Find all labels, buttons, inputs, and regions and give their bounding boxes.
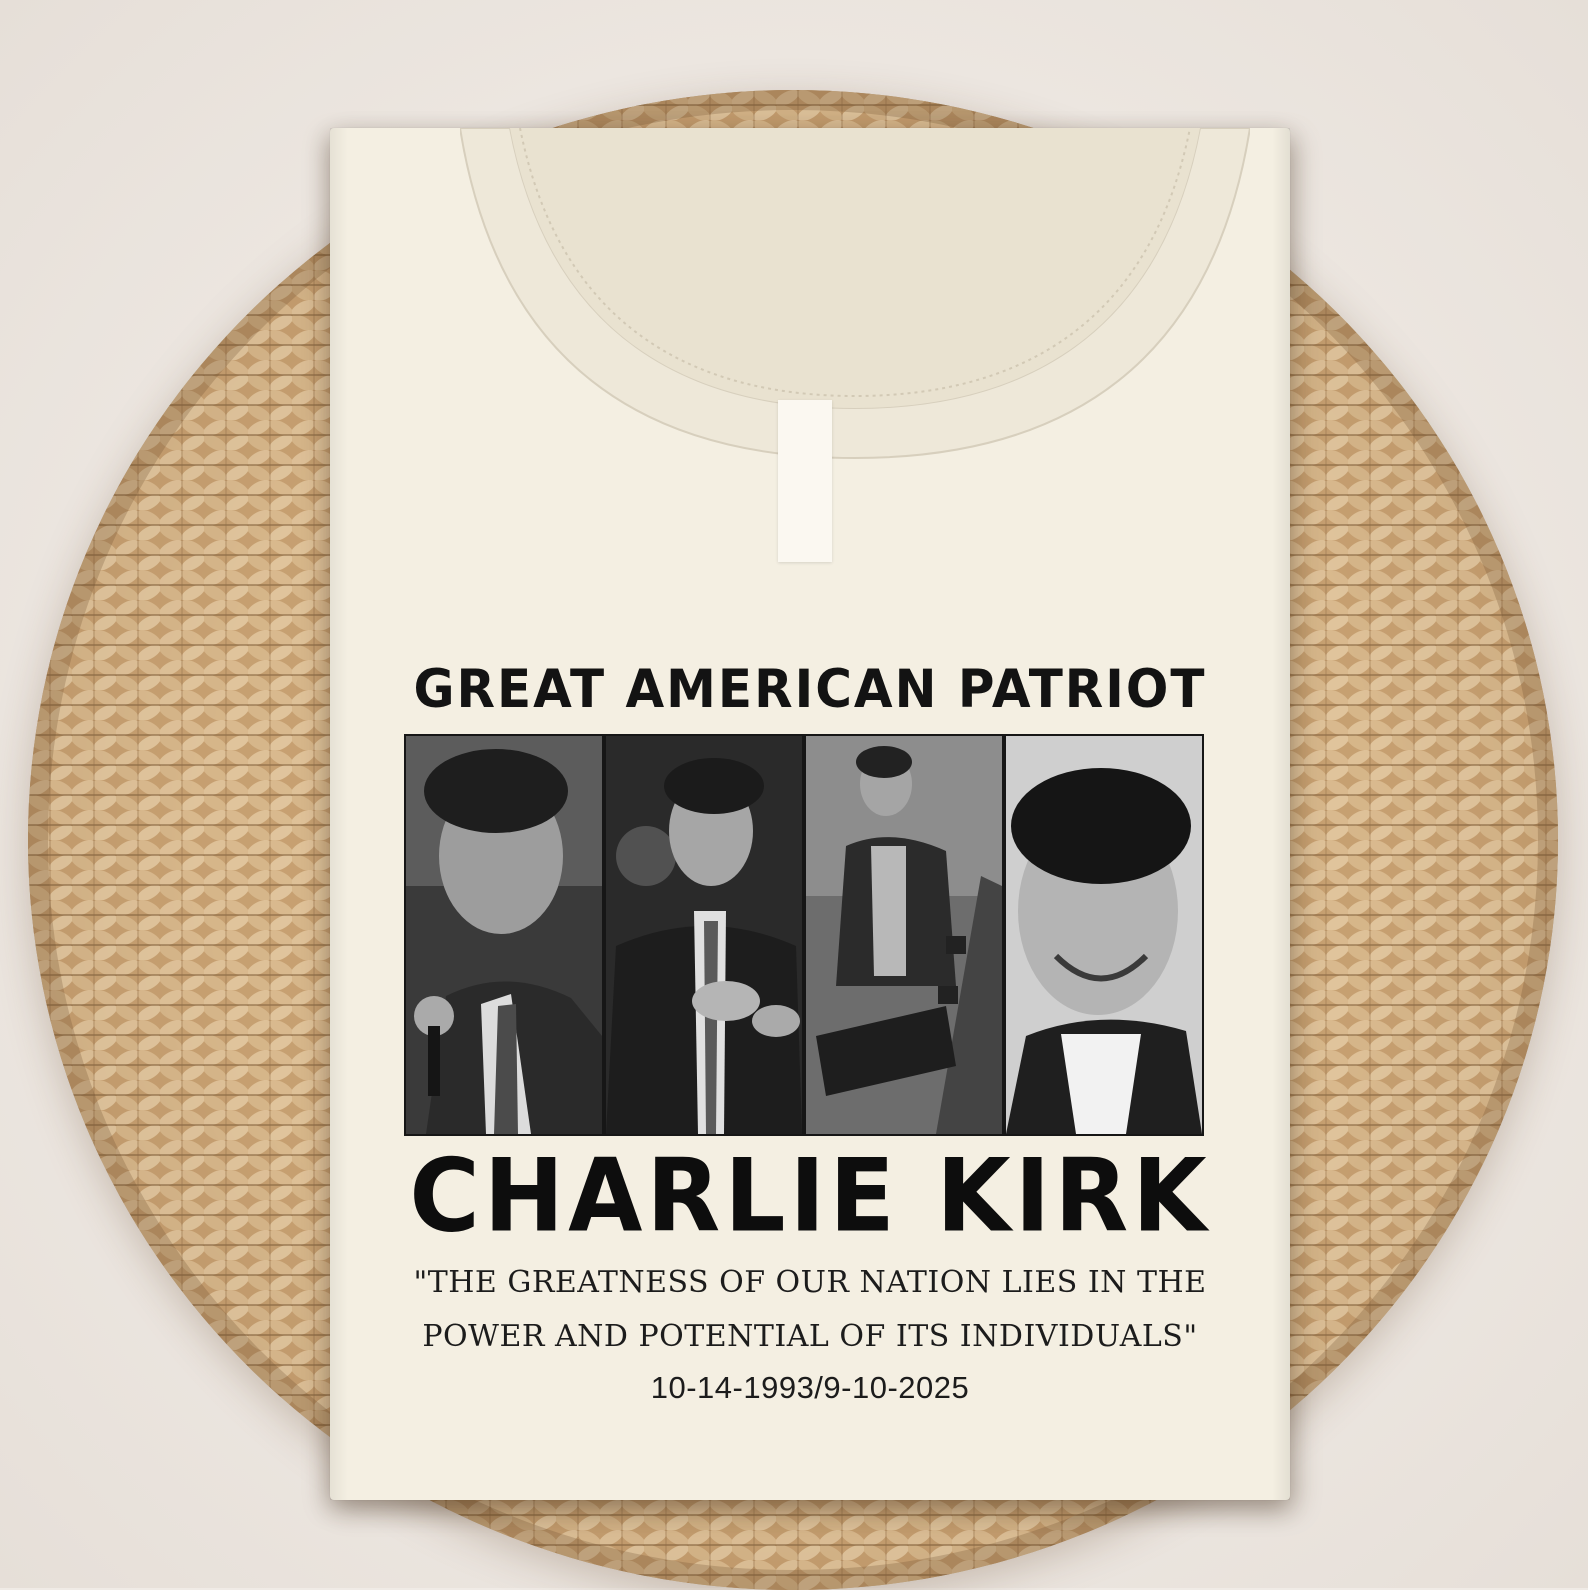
print-title: GREAT AMERICAN PATRIOT — [413, 658, 1207, 720]
photo-strip — [404, 734, 1204, 1136]
quote-line-2: POWER AND POTENTIAL OF ITS INDIVIDUALS" — [422, 1319, 1198, 1354]
photo-seated-bench — [806, 736, 1002, 1134]
shirt-fold-shadow-left — [330, 128, 348, 1500]
print-quote: "THE GREATNESS OF OUR NATION LIES IN THE… — [370, 1256, 1250, 1364]
print-dates: 10-14-1993/9-10-2025 — [650, 1370, 970, 1405]
quote-line-1: "THE GREATNESS OF OUR NATION LIES IN THE — [413, 1265, 1207, 1300]
photo-clapping-suit — [606, 736, 802, 1134]
shirt-collar — [460, 128, 1250, 460]
folded-tshirt: GREAT AMERICAN PATRIOT CHARLIE KIRK "THE… — [330, 128, 1290, 1500]
neck-tag — [778, 400, 832, 562]
shirt-fold-shadow-right — [1272, 128, 1290, 1500]
print-name: CHARLIE KIRK — [409, 1137, 1211, 1255]
photo-speaking-microphone — [406, 736, 602, 1134]
photo-smiling-portrait — [1006, 736, 1202, 1134]
